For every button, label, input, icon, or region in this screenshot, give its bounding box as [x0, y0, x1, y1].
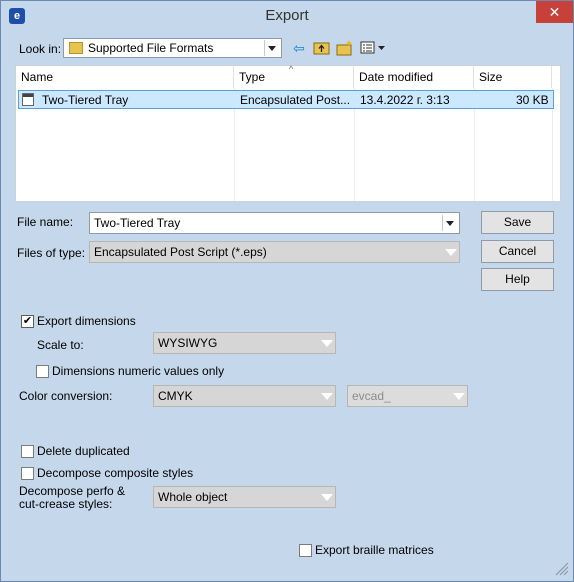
file-name-value: Two-Tiered Tray — [94, 216, 181, 230]
delete-duplicated-checkbox[interactable] — [21, 445, 34, 458]
delete-duplicated-label: Delete duplicated — [37, 444, 130, 458]
column-header-size[interactable]: Size — [474, 66, 552, 88]
file-type-select[interactable]: Encapsulated Post Script (*.eps) — [89, 241, 460, 263]
color-conversion-value: CMYK — [158, 389, 193, 403]
column-header-type[interactable]: Type — [234, 66, 354, 88]
color-conversion-label: Color conversion: — [19, 389, 113, 403]
scale-to-select[interactable]: WYSIWYG — [153, 332, 336, 354]
file-type-value: Encapsulated Post Script (*.eps) — [94, 245, 267, 259]
file-date-cell: 13.4.2022 г. 3:13 — [360, 93, 450, 107]
column-header-date[interactable]: Date modified — [354, 66, 474, 88]
file-list[interactable]: Name Type ^ Date modified Size Two-Tiere… — [15, 64, 561, 202]
export-dimensions-label: Export dimensions — [37, 314, 136, 328]
file-name-label: File name: — [17, 215, 74, 229]
window-title: Export — [265, 7, 309, 24]
color-conversion-select[interactable]: CMYK — [153, 385, 336, 407]
folder-icon — [69, 42, 83, 54]
numeric-only-checkbox[interactable] — [36, 365, 49, 378]
decompose-perfo-value: Whole object — [158, 490, 228, 504]
color-profile-select[interactable]: evcad_ — [347, 385, 468, 407]
lookin-label: Look in: — [19, 42, 62, 56]
cancel-button[interactable]: Cancel — [481, 240, 554, 263]
lookin-value: Supported File Formats — [88, 41, 214, 55]
chevron-down-icon[interactable] — [317, 333, 335, 353]
file-name-cell: Two-Tiered Tray — [42, 93, 129, 107]
help-button[interactable]: Help — [481, 268, 554, 291]
file-row[interactable]: Two-Tiered Tray Encapsulated Post... 13.… — [18, 90, 554, 109]
resize-grip-icon[interactable] — [552, 559, 570, 577]
export-dialog: e Export ✕ Look in: Supported File Forma… — [0, 0, 574, 582]
chevron-down-icon[interactable] — [442, 215, 458, 231]
file-size-cell: 30 KB — [516, 93, 549, 107]
decompose-perfo-select[interactable]: Whole object — [153, 486, 336, 508]
column-header-name[interactable]: Name — [16, 66, 234, 88]
title-bar[interactable]: e Export ✕ — [1, 1, 573, 31]
new-folder-icon[interactable] — [336, 39, 354, 57]
sort-arrow-icon: ^ — [289, 64, 294, 74]
view-menu-icon[interactable] — [359, 39, 387, 57]
decompose-composite-label: Decompose composite styles — [37, 466, 194, 480]
lookin-combo[interactable]: Supported File Formats — [63, 38, 282, 58]
file-name-input[interactable]: Two-Tiered Tray — [89, 212, 460, 234]
scale-to-label: Scale to: — [37, 338, 84, 352]
chevron-down-icon[interactable] — [264, 40, 280, 56]
file-type-label: Files of type: — [17, 246, 86, 260]
scale-to-value: WYSIWYG — [158, 336, 218, 350]
decompose-composite-checkbox[interactable] — [21, 467, 34, 480]
chevron-down-icon[interactable] — [317, 487, 335, 507]
file-type-cell: Encapsulated Post... — [240, 93, 351, 107]
export-braille-label: Export braille matrices — [315, 543, 434, 557]
decompose-perfo-label-line2: cut-crease styles: — [19, 497, 113, 511]
close-button[interactable]: ✕ — [536, 1, 573, 23]
chevron-down-icon[interactable] — [317, 386, 335, 406]
numeric-only-label: Dimensions numeric values only — [52, 364, 225, 378]
up-folder-icon[interactable] — [313, 39, 331, 57]
chevron-down-icon[interactable] — [449, 386, 467, 406]
back-arrow-icon[interactable]: ⇦ — [290, 39, 308, 57]
chevron-down-icon[interactable] — [441, 242, 459, 262]
export-dimensions-checkbox[interactable]: ✔ — [21, 315, 34, 328]
save-button[interactable]: Save — [481, 211, 554, 234]
decompose-perfo-label-line1: Decompose perfo & — [19, 484, 126, 498]
color-profile-value: evcad_ — [352, 389, 391, 403]
eps-file-icon — [22, 93, 34, 106]
export-braille-checkbox[interactable] — [299, 544, 312, 557]
